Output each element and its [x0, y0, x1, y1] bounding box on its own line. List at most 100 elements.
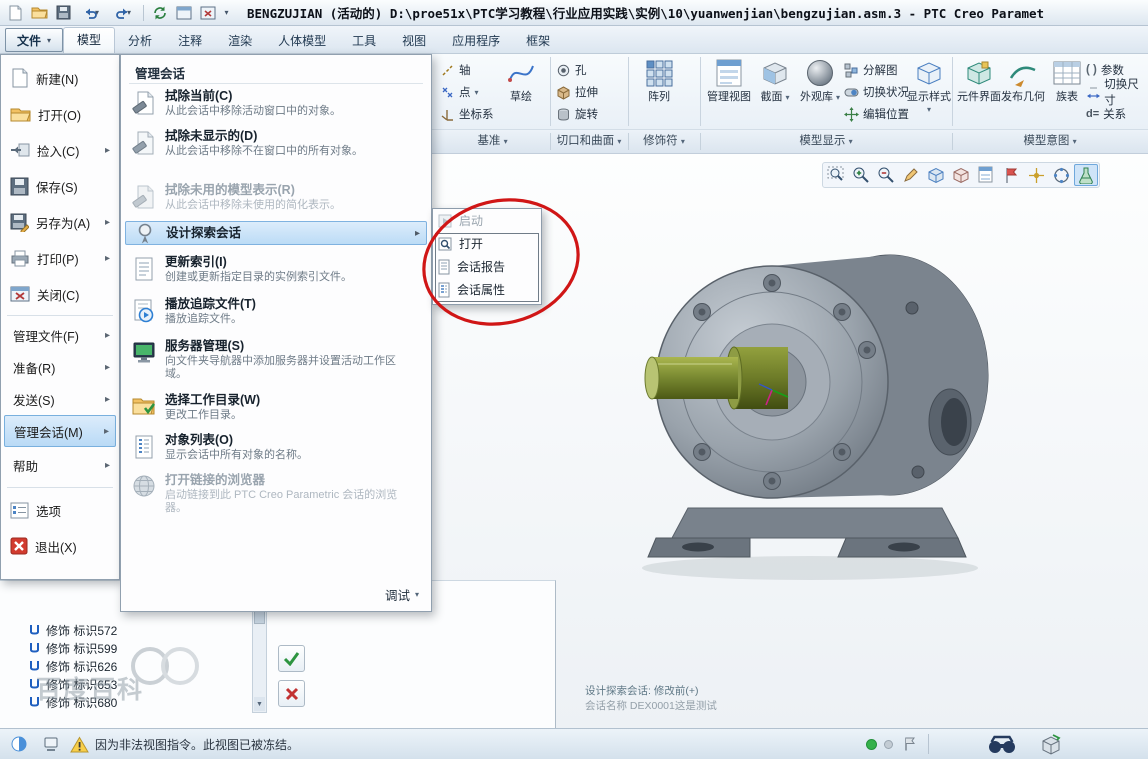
tree-item-cosmetic-626[interactable]: 修饰 标识626	[28, 657, 117, 675]
file-menu-manage-session[interactable]: 管理会话(M) ▸	[4, 415, 116, 447]
file-menu-open[interactable]: 打开(O)	[4, 97, 116, 131]
analysis-tools-button[interactable]	[1074, 164, 1098, 186]
file-menu-exit[interactable]: 退出(X)	[4, 529, 116, 563]
submenu-object-list[interactable]: 对象列表(O) 显示会话中所有对象的名称。	[125, 431, 427, 464]
open-button[interactable]	[28, 3, 50, 23]
group-cuts-surfaces[interactable]: 切口和曲面 ▾	[550, 130, 628, 153]
status-filter-button[interactable]	[38, 732, 64, 756]
popup-session-properties[interactable]: 会话属性	[433, 278, 541, 301]
model-select-button[interactable]	[1034, 732, 1068, 756]
switch-dims-button[interactable]: 切换尺寸	[1086, 82, 1148, 102]
ribbon-separator	[550, 57, 551, 126]
spin-center-button[interactable]	[1024, 164, 1048, 186]
tree-item-cosmetic-653[interactable]: 修饰 标识653	[28, 675, 117, 693]
redo-button[interactable]: ▾	[108, 3, 138, 23]
file-menu-print[interactable]: 打印(P) ▸	[4, 241, 116, 275]
revolve-button[interactable]: 旋转	[556, 104, 598, 124]
file-menu-manage-file[interactable]: 管理文件(F) ▸	[4, 319, 116, 351]
file-menu-save-as[interactable]: 另存为(A) ▸	[4, 205, 116, 239]
windows-button[interactable]	[173, 3, 195, 23]
submenu-design-exploration[interactable]: 设计探索会话 ▸	[125, 221, 427, 245]
file-menu-options[interactable]: 选项	[4, 493, 116, 527]
file-menu-help[interactable]: 帮助 ▸	[4, 449, 116, 481]
tree-item-cosmetic-572[interactable]: 修饰 标识572	[28, 621, 117, 639]
submenu-erase-not-displayed[interactable]: 拭除未显示的(D) 从此会话中移除不在窗口中的所有对象。	[125, 127, 427, 160]
regenerate-button[interactable]	[149, 3, 171, 23]
cancel-button[interactable]	[278, 680, 305, 707]
sketch-button[interactable]: 草绘	[498, 56, 544, 103]
tab-view[interactable]: 视图	[389, 30, 439, 53]
find-in-model-button[interactable]	[982, 732, 1022, 756]
submenu-erase-current[interactable]: 拭除当前(C) 从此会话中移除活动窗口中的对象。	[125, 87, 427, 120]
file-menu-label: 退出(X)	[35, 537, 77, 556]
file-menu-send[interactable]: 发送(S) ▸	[4, 383, 116, 415]
popup-open[interactable]: 打开	[433, 232, 541, 255]
publish-geometry-button[interactable]: 发布几何	[1000, 56, 1046, 103]
tree-item-cosmetic-680[interactable]: 修饰 标识680	[28, 693, 117, 711]
tab-analysis[interactable]: 分析	[115, 30, 165, 53]
axis-button[interactable]: 轴	[440, 60, 471, 80]
file-menu-prepare[interactable]: 准备(R) ▸	[4, 351, 116, 383]
debug-button[interactable]: 调试 ▾	[385, 585, 419, 604]
group-modifiers[interactable]: 修饰符 ▾	[628, 130, 700, 153]
point-button[interactable]: 点 ▾	[440, 82, 479, 102]
new-button[interactable]	[4, 3, 26, 23]
file-menu-close[interactable]: 关闭(C)	[4, 277, 116, 311]
family-table-button[interactable]: 族表	[1044, 56, 1090, 103]
tab-framework[interactable]: 框架	[513, 30, 563, 53]
section-label: 截面	[760, 91, 782, 103]
submenu-select-working-directory[interactable]: 选择工作目录(W) 更改工作目录。	[125, 391, 427, 424]
group-model-display[interactable]: 模型显示 ▾	[700, 130, 952, 153]
flag-button[interactable]	[898, 732, 922, 756]
customize-qat-caret[interactable]: ▾	[221, 3, 235, 23]
pattern-label: 阵列	[648, 91, 670, 103]
component-interface-button[interactable]: 元件界面	[956, 56, 1002, 103]
file-menu-save[interactable]: 保存(S)	[4, 169, 116, 203]
extrude-button[interactable]: 拉伸	[556, 82, 598, 102]
file-menu-checkin[interactable]: 捡入(C) ▸	[4, 133, 116, 167]
tab-applications[interactable]: 应用程序	[439, 30, 513, 53]
tab-render[interactable]: 渲染	[215, 30, 265, 53]
section-button[interactable]: 截面 ▾	[752, 56, 798, 104]
relations-button[interactable]: d= 关系	[1086, 104, 1126, 124]
submenu-update-index[interactable]: 更新索引(I) 创建或更新指定目录的实例索引文件。	[125, 253, 427, 286]
toggle-status-button[interactable]: 切换状况	[844, 82, 909, 102]
tab-manikin[interactable]: 人体模型	[265, 30, 339, 53]
file-menu-new[interactable]: 新建(N)	[4, 61, 116, 95]
edit-position-button[interactable]: 编辑位置	[844, 104, 909, 124]
submenu-play-trail[interactable]: 播放追踪文件(T) 播放追踪文件。	[125, 295, 427, 328]
repaint-button[interactable]	[899, 164, 923, 186]
saved-orientations-button[interactable]	[949, 164, 973, 186]
annotation-display-button[interactable]	[999, 164, 1023, 186]
tab-tools[interactable]: 工具	[339, 30, 389, 53]
close-window-button[interactable]	[197, 3, 219, 23]
confirm-button[interactable]	[278, 645, 305, 672]
zoom-in-button[interactable]	[849, 164, 873, 186]
view-manager-button[interactable]	[974, 164, 998, 186]
group-datum[interactable]: 基准 ▾	[435, 130, 550, 153]
refit-button[interactable]	[824, 164, 848, 186]
tab-annotate[interactable]: 注释	[165, 30, 215, 53]
shading-style-button[interactable]	[924, 164, 948, 186]
submenu-server-management[interactable]: 服务器管理(S) 向文件夹导航器中添加服务器并设置活动工作区域。	[125, 337, 427, 383]
status-progress-button[interactable]	[6, 732, 32, 756]
file-menu: 新建(N) 打开(O) 捡入(C) ▸ 保存(S) 另存为(A) ▸ 打印(P)…	[0, 54, 120, 580]
dragger-button[interactable]	[1049, 164, 1073, 186]
manage-views-button[interactable]: 管理视图	[706, 56, 752, 103]
tab-model[interactable]: 模型	[63, 27, 115, 53]
tab-file[interactable]: 文件 ▾	[5, 28, 63, 52]
explode-button[interactable]: 分解图	[844, 60, 898, 80]
save-button[interactable]	[52, 3, 74, 23]
save-icon	[56, 5, 71, 20]
zoom-out-button[interactable]	[874, 164, 898, 186]
tree-item-cosmetic-599[interactable]: 修饰 标识599	[28, 639, 117, 657]
display-style-button[interactable]: 显示样式 ▾	[906, 56, 952, 116]
appearance-button[interactable]: 外观库 ▾	[797, 56, 843, 104]
popup-session-report[interactable]: 会话报告	[433, 255, 541, 278]
undo-button[interactable]: ▾	[76, 3, 106, 23]
hole-button[interactable]: 孔	[556, 60, 587, 80]
group-model-intent[interactable]: 模型意图 ▾	[952, 130, 1148, 153]
tree-scroll-down-button[interactable]: ▼	[254, 697, 265, 711]
pattern-button[interactable]: 阵列	[636, 56, 682, 103]
csys-button[interactable]: 坐标系	[440, 104, 494, 124]
